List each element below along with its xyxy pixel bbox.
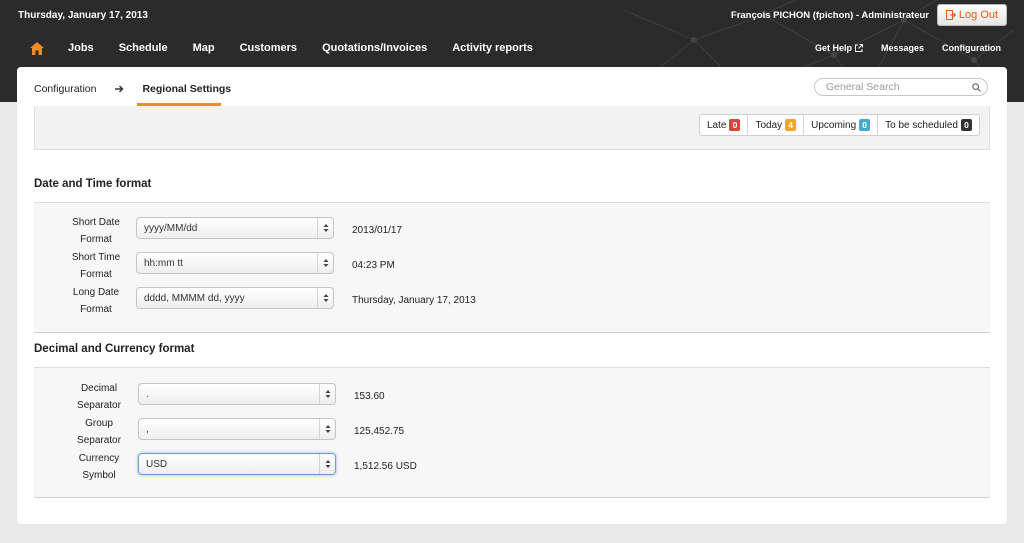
nav-item-jobs[interactable]: Jobs: [68, 42, 94, 54]
short-date-label: Short Date Format: [72, 217, 120, 245]
row-long-date: Long Date Format dddd, MMMM dd, yyyy Thur…: [34, 284, 990, 318]
currency-symbol-preview: 1,512.56 USD: [354, 461, 417, 472]
decimal-separator-select[interactable]: .: [138, 383, 336, 405]
status-today-label: Today: [755, 119, 783, 131]
user-name: François PICHON (fpichon) - Administrate…: [730, 10, 929, 21]
status-upcoming-label: Upcoming: [811, 119, 857, 131]
group-separator-label: Group Separator: [77, 418, 121, 446]
nav-item-messages[interactable]: Messages: [881, 43, 924, 53]
currency-symbol-value: USD: [146, 458, 168, 470]
long-date-label: Long Date Format: [72, 287, 120, 315]
main-nav: Jobs Schedule Map Customers Quotations/I…: [0, 32, 1024, 66]
short-date-preview: 2013/01/17: [352, 225, 403, 236]
select-arrows-icon: [317, 218, 333, 238]
breadcrumb-parent[interactable]: Configuration: [34, 83, 96, 95]
section-date-time: Short Date Format yyyy/MM/dd 2013/01/17 S…: [34, 202, 990, 333]
get-help-label: Get Help: [814, 43, 852, 53]
status-to-be-scheduled-badge: 0: [961, 119, 972, 131]
status-to-be-scheduled[interactable]: To be scheduled 0: [877, 115, 979, 135]
status-to-be-scheduled-label: To be scheduled: [885, 119, 958, 131]
group-separator-select[interactable]: ,: [138, 418, 336, 440]
nav-item-activity-reports[interactable]: Activity reports: [452, 42, 533, 54]
decimal-separator-label: Decimal Separator: [77, 383, 121, 411]
row-short-date: Short Date Format yyyy/MM/dd 2013/01/17: [34, 214, 990, 248]
breadcrumb-current: Regional Settings: [142, 83, 232, 95]
select-arrows-icon: [319, 419, 335, 439]
decimal-separator-preview: 153.60: [354, 391, 385, 402]
external-link-icon: [854, 44, 863, 52]
select-arrows-icon: [317, 288, 333, 308]
search-input[interactable]: [826, 81, 972, 93]
group-separator-value: ,: [146, 423, 149, 435]
status-upcoming-badge: 0: [859, 119, 871, 131]
status-late-badge: 0: [729, 119, 741, 131]
section-title-date-time: Date and Time format: [34, 178, 152, 190]
decimal-separator-value: .: [146, 388, 149, 400]
short-time-preview: 04:23 PM: [352, 260, 395, 271]
content-card: Configuration Regional Settings Late 0 T…: [17, 67, 1007, 524]
status-today-badge: 4: [785, 119, 797, 131]
short-time-select[interactable]: hh:mm tt: [136, 252, 334, 274]
status-upcoming[interactable]: Upcoming 0: [803, 115, 877, 135]
logout-icon: [945, 10, 956, 20]
status-late[interactable]: Late 0: [700, 115, 747, 135]
currency-symbol-label: Currency Symbol: [78, 453, 120, 481]
row-decimal-separator: Decimal Separator . 153.60: [34, 380, 990, 414]
general-search[interactable]: [814, 78, 988, 96]
currency-symbol-select[interactable]: USD: [138, 453, 336, 475]
current-date: Thursday, January 17, 2013: [18, 10, 148, 21]
section-title-decimal-currency: Decimal and Currency format: [34, 343, 195, 355]
logout-label: Log Out: [958, 9, 999, 21]
group-separator-preview: 125,452.75: [354, 426, 405, 437]
home-icon[interactable]: [30, 42, 44, 55]
status-today[interactable]: Today 4: [747, 115, 803, 135]
row-short-time: Short Time Format hh:mm tt 04:23 PM: [34, 249, 990, 283]
short-time-value: hh:mm tt: [144, 257, 183, 269]
short-time-label: Short Time Format: [71, 252, 121, 280]
job-status-filters: Late 0 Today 4 Upcoming 0 To be schedule…: [698, 114, 980, 136]
select-arrows-icon: [319, 384, 335, 404]
long-date-value: dddd, MMMM dd, yyyy: [144, 292, 245, 304]
nav-item-schedule[interactable]: Schedule: [119, 42, 168, 54]
status-bar: Late 0 Today 4 Upcoming 0 To be schedule…: [34, 106, 990, 150]
select-arrows-icon: [317, 253, 333, 273]
select-arrows-icon: [319, 454, 335, 474]
row-currency-symbol: Currency Symbol USD 1,512.56 USD: [34, 450, 990, 484]
nav-item-quotations-invoices[interactable]: Quotations/Invoices: [322, 42, 427, 54]
long-date-preview: Thursday, January 17, 2013: [352, 295, 476, 306]
arrow-right-icon: [115, 85, 124, 93]
breadcrumb: Configuration Regional Settings: [34, 81, 231, 97]
nav-item-map[interactable]: Map: [193, 42, 215, 54]
nav-item-get-help[interactable]: Get Help: [815, 43, 863, 53]
short-date-value: yyyy/MM/dd: [144, 222, 198, 234]
nav-item-customers[interactable]: Customers: [240, 42, 297, 54]
long-date-select[interactable]: dddd, MMMM dd, yyyy: [136, 287, 334, 309]
row-group-separator: Group Separator , 125,452.75: [34, 415, 990, 449]
logout-button[interactable]: Log Out: [937, 4, 1007, 26]
section-decimal-currency: Decimal Separator . 153.60 Group Separator…: [34, 367, 990, 498]
search-icon[interactable]: [972, 82, 981, 92]
status-late-label: Late: [706, 119, 727, 131]
nav-item-configuration[interactable]: Configuration: [942, 43, 1001, 53]
short-date-select[interactable]: yyyy/MM/dd: [136, 217, 334, 239]
